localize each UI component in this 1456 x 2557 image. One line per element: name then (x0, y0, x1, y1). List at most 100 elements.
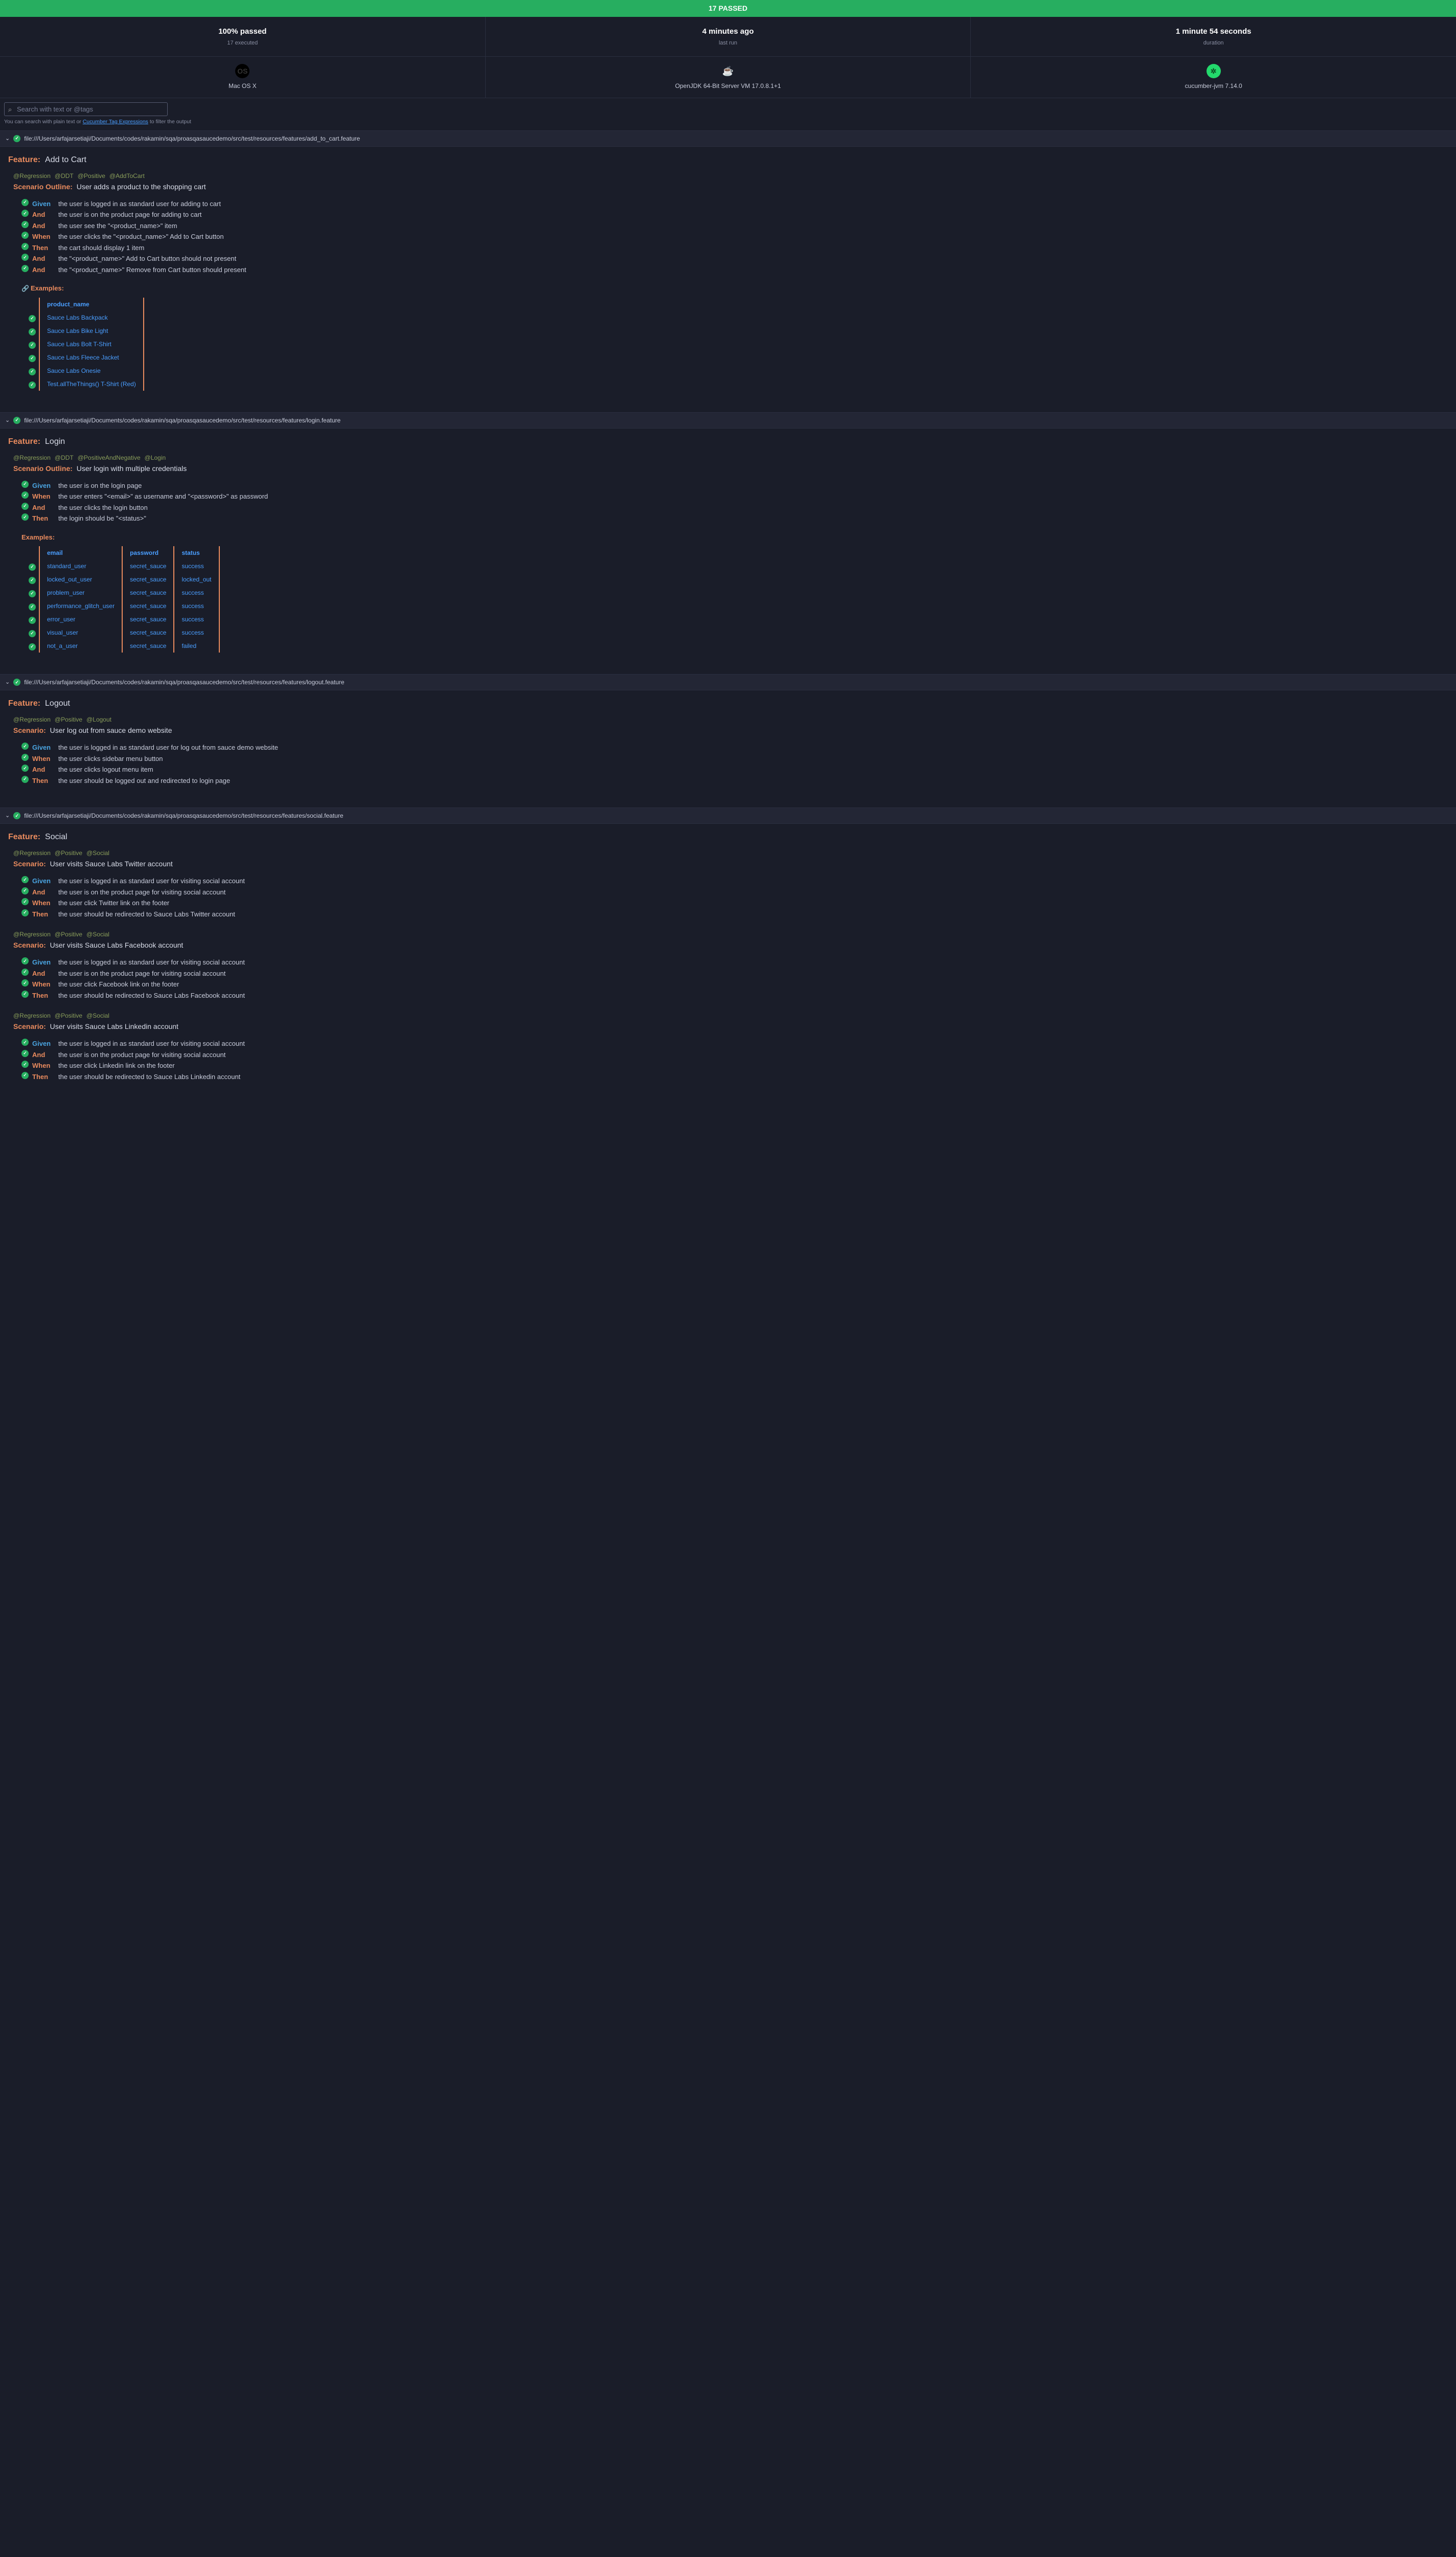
step-keyword: And (32, 265, 55, 275)
examples-cell: not_a_user (39, 639, 122, 653)
step-text: the user clicks logout menu item (58, 765, 153, 775)
step-row: ✓Thenthe user should be redirected to Sa… (21, 1071, 1448, 1083)
tag-expressions-link[interactable]: Cucumber Tag Expressions (83, 119, 148, 125)
examples-row[interactable]: ✓Sauce Labs Fleece Jacket (29, 351, 144, 364)
chevron-down-icon: ⌄ (5, 812, 10, 820)
search-icon: ⌕ (8, 104, 12, 115)
step-keyword: When (32, 1061, 55, 1071)
examples-cell: Sauce Labs Onesie (39, 364, 144, 377)
examples-row[interactable]: ✓performance_glitch_usersecret_saucesucc… (29, 599, 219, 613)
feature-body: Feature: Logout@Regression@Positive@Logo… (0, 690, 1456, 808)
examples-cell: success (174, 613, 219, 626)
step-text: the user enters "<email>" as username an… (58, 491, 268, 502)
pass-icon: ✓ (21, 503, 29, 510)
step-keyword: Then (32, 243, 55, 253)
search-hint: You can search with plain text or Cucumb… (4, 118, 1452, 126)
step-keyword: Then (32, 1072, 55, 1082)
step-row: ✓Giventhe user is logged in as standard … (21, 957, 1448, 968)
examples-heading: 🔗Examples: (21, 283, 1448, 294)
step-row: ✓Whenthe user click Twitter link on the … (21, 898, 1448, 909)
step-text: the user clicks the login button (58, 503, 148, 513)
step-text: the user click Facebook link on the foot… (58, 979, 179, 990)
stat-lastrun-sub: last run (486, 39, 971, 48)
examples-row[interactable]: ✓Sauce Labs Bolt T-Shirt (29, 338, 144, 351)
chevron-down-icon: ⌄ (5, 678, 10, 687)
step-row: ✓Andthe user see the "<product_name>" it… (21, 220, 1448, 232)
step-keyword: When (32, 979, 55, 990)
step-row: ✓Whenthe user click Facebook link on the… (21, 979, 1448, 990)
examples-header: email (39, 546, 122, 559)
examples-row[interactable]: ✓error_usersecret_saucesuccess (29, 613, 219, 626)
step-text: the user is on the product page for visi… (58, 1050, 225, 1060)
step-keyword: When (32, 232, 55, 242)
pass-icon: ✓ (21, 765, 29, 772)
step-row: ✓Thenthe cart should display 1 item (21, 242, 1448, 254)
step-row: ✓Whenthe user clicks sidebar menu button (21, 753, 1448, 765)
examples-cell: success (174, 559, 219, 573)
scenario-block: @Regression@Positive@Social Scenario: Us… (8, 848, 1448, 919)
pass-icon: ✓ (29, 368, 36, 375)
pass-icon: ✓ (29, 630, 36, 637)
pass-icon: ✓ (21, 1061, 29, 1068)
examples-row[interactable]: ✓Sauce Labs Backpack (29, 311, 144, 324)
examples-row[interactable]: ✓Sauce Labs Bike Light (29, 324, 144, 338)
scenario-title: Scenario: User visits Sauce Labs Faceboo… (13, 940, 1448, 951)
step-row: ✓Andthe "<product_name>" Remove from Car… (21, 264, 1448, 276)
status-banner: 17 PASSED (0, 0, 1456, 17)
step-row: ✓Giventhe user is logged in as standard … (21, 742, 1448, 753)
examples-row[interactable]: ✓not_a_usersecret_saucefailed (29, 639, 219, 653)
pass-icon: ✓ (21, 254, 29, 261)
examples-row[interactable]: ✓visual_usersecret_saucesuccess (29, 626, 219, 639)
pass-icon: ✓ (21, 991, 29, 998)
pass-icon: ✓ (21, 776, 29, 783)
step-row: ✓Whenthe user click Linkedin link on the… (21, 1060, 1448, 1071)
step-keyword: Then (32, 991, 55, 1001)
examples-cell: failed (174, 639, 219, 653)
step-row: ✓Thenthe user should be redirected to Sa… (21, 909, 1448, 920)
step-text: the user is logged in as standard user f… (58, 1039, 245, 1049)
examples-table: product_name✓Sauce Labs Backpack✓Sauce L… (29, 298, 144, 391)
step-keyword: Then (32, 776, 55, 786)
step-row: ✓Thenthe user should be logged out and r… (21, 775, 1448, 787)
step-text: the user should be redirected to Sauce L… (58, 909, 235, 919)
step-keyword: And (32, 765, 55, 775)
examples-cell: success (174, 586, 219, 599)
env-label: OpenJDK 64-Bit Server VM 17.0.8.1+1 (486, 81, 971, 91)
feature-header[interactable]: ⌄✓file:///Users/arfajarsetiaji/Documents… (0, 130, 1456, 147)
search-input[interactable] (4, 102, 168, 116)
steps-list: ✓Giventhe user is logged in as standard … (21, 1038, 1448, 1082)
examples-cell: Sauce Labs Backpack (39, 311, 144, 324)
step-text: the user is logged in as standard user f… (58, 199, 221, 209)
examples-row[interactable]: ✓problem_usersecret_saucesuccess (29, 586, 219, 599)
steps-list: ✓Giventhe user is logged in as standard … (21, 742, 1448, 786)
feature-title: Feature: Login (8, 436, 1448, 448)
pass-icon: ✓ (21, 979, 29, 986)
stat-lastrun-value: 4 minutes ago (486, 26, 971, 38)
stat-duration-sub: duration (971, 39, 1456, 48)
pass-icon: ✓ (13, 135, 20, 142)
scenario-tags: @Regression@Positive@Social (13, 930, 1448, 939)
examples-cell: secret_sauce (122, 573, 174, 586)
feature-header[interactable]: ⌄✓file:///Users/arfajarsetiaji/Documents… (0, 674, 1456, 690)
feature-header[interactable]: ⌄✓file:///Users/arfajarsetiaji/Documents… (0, 412, 1456, 429)
scenario-title: Scenario: User visits Sauce Labs Twitter… (13, 859, 1448, 869)
feature-title: Feature: Add to Cart (8, 154, 1448, 166)
step-keyword: And (32, 210, 55, 220)
examples-row[interactable]: ✓standard_usersecret_saucesuccess (29, 559, 219, 573)
feature-title: Feature: Logout (8, 698, 1448, 710)
step-text: the user see the "<product_name>" item (58, 221, 177, 231)
env-item: OSMac OS X (0, 57, 486, 98)
pass-icon: ✓ (21, 199, 29, 206)
step-keyword: Then (32, 909, 55, 919)
stat-lastrun: 4 minutes ago last run (486, 17, 971, 56)
step-row: ✓Giventhe user is on the login page (21, 480, 1448, 491)
feature-header[interactable]: ⌄✓file:///Users/arfajarsetiaji/Documents… (0, 808, 1456, 824)
examples-row[interactable]: ✓Test.allTheThings() T-Shirt (Red) (29, 377, 144, 391)
examples-row[interactable]: ✓Sauce Labs Onesie (29, 364, 144, 377)
env-item: ✲cucumber-jvm 7.14.0 (971, 57, 1456, 98)
examples-row[interactable]: ✓locked_out_usersecret_saucelocked_out (29, 573, 219, 586)
pass-icon: ✓ (29, 564, 36, 571)
feature-title: Feature: Social (8, 831, 1448, 843)
pass-icon: ✓ (29, 577, 36, 584)
pass-icon: ✓ (13, 812, 20, 819)
